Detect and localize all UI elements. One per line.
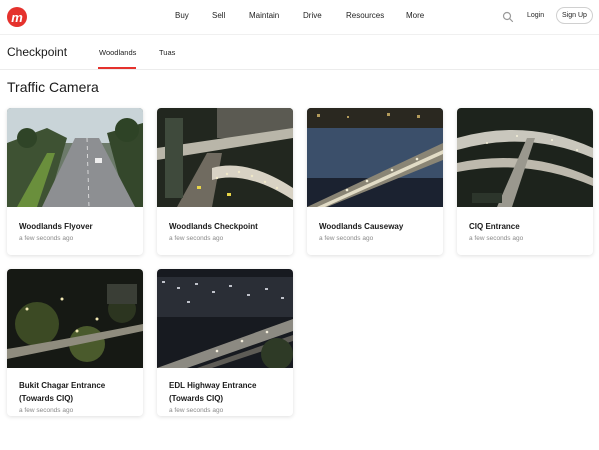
camera-timestamp: a few seconds ago (19, 407, 74, 414)
nav-maintain[interactable]: Maintain (249, 11, 279, 20)
camera-card-woodlands-checkpoint[interactable]: Woodlands Checkpoint a few seconds ago (157, 108, 293, 255)
nav-drive[interactable]: Drive (303, 11, 322, 20)
search-icon[interactable] (502, 11, 514, 23)
header-divider (0, 34, 599, 35)
camera-image[interactable] (307, 108, 443, 207)
nav-sell[interactable]: Sell (212, 11, 225, 20)
camera-card-ciq-entrance[interactable]: CIQ Entrance a few seconds ago (457, 108, 593, 255)
page-heading: Traffic Camera (7, 79, 99, 95)
camera-title[interactable]: Bukit Chagar Entrance (Towards CIQ) (19, 379, 137, 405)
top-navigation-bar: m Buy Sell Maintain Drive Resources More… (0, 0, 599, 34)
motorist-logo[interactable]: m (7, 7, 27, 27)
camera-title[interactable]: EDL Highway Entrance (Towards CIQ) (169, 379, 287, 405)
login-link[interactable]: Login (527, 12, 544, 19)
signup-button[interactable]: Sign Up (556, 7, 593, 24)
camera-image[interactable] (157, 108, 293, 207)
camera-title[interactable]: Woodlands Flyover (19, 220, 137, 233)
nav-more[interactable]: More (406, 11, 424, 20)
camera-image[interactable] (7, 108, 143, 207)
camera-title[interactable]: CIQ Entrance (469, 220, 587, 233)
camera-image[interactable] (7, 269, 143, 368)
section-title: Checkpoint (7, 45, 68, 59)
camera-image[interactable] (457, 108, 593, 207)
camera-title[interactable]: Woodlands Causeway (319, 220, 437, 233)
camera-card-bukit-chagar[interactable]: Bukit Chagar Entrance (Towards CIQ) a fe… (7, 269, 143, 416)
nav-resources[interactable]: Resources (346, 11, 384, 20)
camera-title[interactable]: Woodlands Checkpoint (169, 220, 287, 233)
tab-woodlands[interactable]: Woodlands (99, 48, 136, 57)
camera-card-woodlands-flyover[interactable]: Woodlands Flyover a few seconds ago (7, 108, 143, 255)
camera-timestamp: a few seconds ago (169, 407, 224, 414)
tab-tuas[interactable]: Tuas (159, 48, 175, 57)
camera-image[interactable] (157, 269, 293, 368)
camera-timestamp: a few seconds ago (19, 235, 74, 242)
tabs-divider (0, 69, 599, 70)
camera-timestamp: a few seconds ago (319, 235, 374, 242)
camera-timestamp: a few seconds ago (169, 235, 224, 242)
camera-card-edl-highway[interactable]: EDL Highway Entrance (Towards CIQ) a few… (157, 269, 293, 416)
camera-card-woodlands-causeway[interactable]: Woodlands Causeway a few seconds ago (307, 108, 443, 255)
camera-timestamp: a few seconds ago (469, 235, 524, 242)
nav-buy[interactable]: Buy (175, 11, 189, 20)
